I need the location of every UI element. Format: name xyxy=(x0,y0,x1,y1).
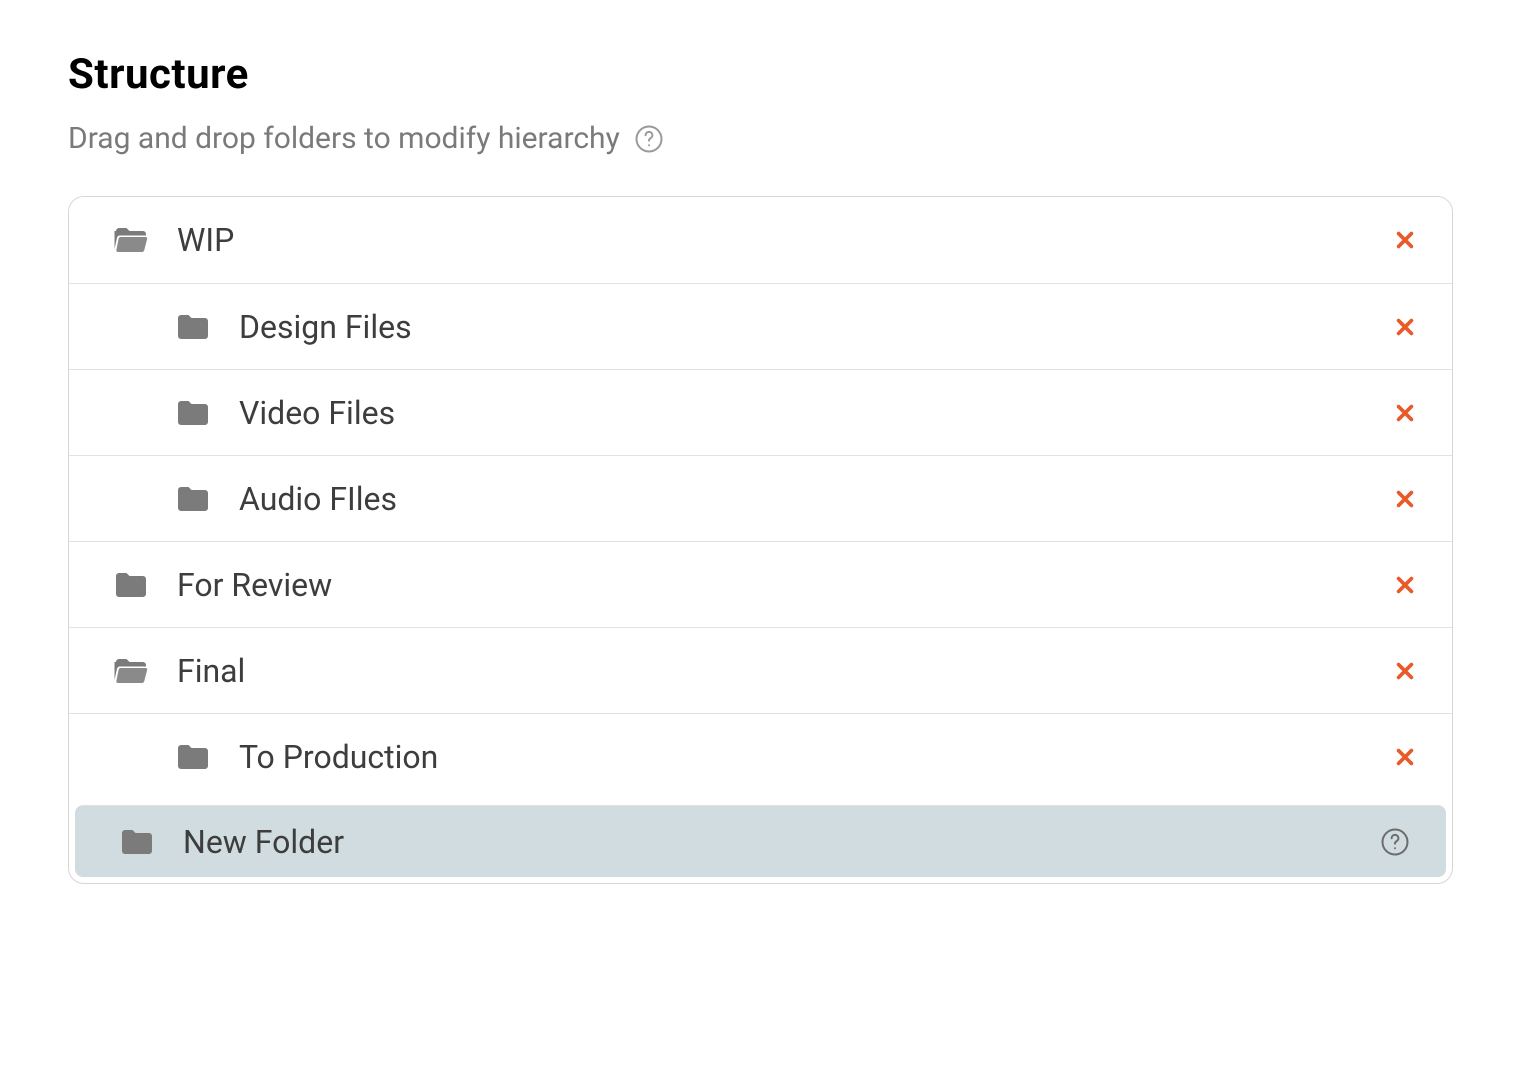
help-icon[interactable] xyxy=(634,124,664,154)
folder-label: Final xyxy=(177,652,1394,690)
folder-label: To Production xyxy=(239,738,1394,776)
folder-row-design-files[interactable]: Design Files xyxy=(69,283,1452,369)
folder-row-final[interactable]: Final xyxy=(69,627,1452,713)
folder-icon xyxy=(175,398,211,428)
folder-icon xyxy=(175,312,211,342)
delete-icon[interactable] xyxy=(1394,229,1416,251)
subtitle-text: Drag and drop folders to modify hierarch… xyxy=(68,121,620,156)
folder-open-icon xyxy=(113,225,149,255)
delete-icon[interactable] xyxy=(1394,574,1416,596)
folder-label: WIP xyxy=(177,221,1394,259)
folder-icon xyxy=(175,484,211,514)
delete-icon[interactable] xyxy=(1394,488,1416,510)
delete-icon[interactable] xyxy=(1394,746,1416,768)
folder-row-video-files[interactable]: Video Files xyxy=(69,369,1452,455)
folder-tree: WIP Design Files Video Files Audio FIles xyxy=(68,196,1453,884)
folder-icon xyxy=(119,827,155,857)
folder-label: For Review xyxy=(177,566,1394,604)
page-title: Structure xyxy=(68,50,1453,99)
folder-label: Design Files xyxy=(239,308,1394,346)
delete-icon[interactable] xyxy=(1394,402,1416,424)
delete-icon[interactable] xyxy=(1394,316,1416,338)
folder-row-to-production[interactable]: To Production xyxy=(69,713,1452,799)
folder-label: New Folder xyxy=(183,823,1380,861)
folder-row-wip[interactable]: WIP xyxy=(69,197,1452,283)
folder-row-audio-files[interactable]: Audio FIles xyxy=(69,455,1452,541)
folder-label: Video Files xyxy=(239,394,1394,432)
folder-icon xyxy=(113,570,149,600)
subtitle: Drag and drop folders to modify hierarch… xyxy=(68,121,1453,156)
folder-label: Audio FIles xyxy=(239,480,1394,518)
folder-open-icon xyxy=(113,656,149,686)
folder-row-new-folder[interactable]: New Folder xyxy=(75,805,1446,877)
folder-row-for-review[interactable]: For Review xyxy=(69,541,1452,627)
help-icon[interactable] xyxy=(1380,827,1410,857)
folder-icon xyxy=(175,742,211,772)
delete-icon[interactable] xyxy=(1394,660,1416,682)
